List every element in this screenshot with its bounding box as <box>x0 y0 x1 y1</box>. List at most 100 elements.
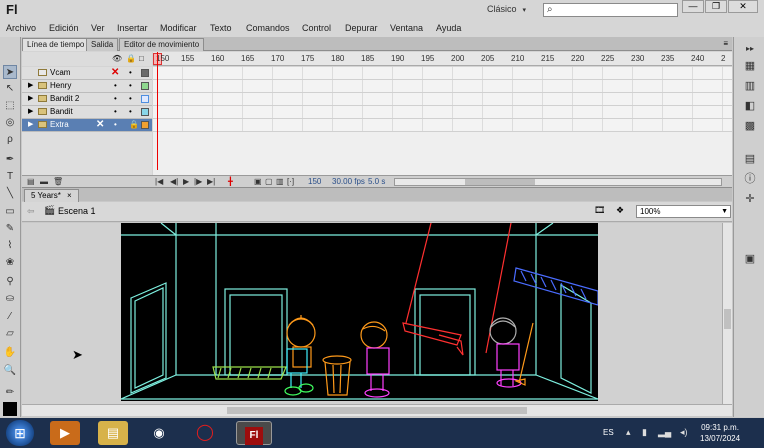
frame-row[interactable] <box>153 67 732 80</box>
collapse-arrows-icon[interactable]: ▸▸ <box>743 42 757 56</box>
layer-row-bandit[interactable]: ▶ Bandit • • <box>22 106 152 119</box>
go-to-last-frame-icon[interactable]: ▶| <box>207 177 215 186</box>
scrollbar-thumb[interactable] <box>227 407 527 414</box>
edit-multiple-frames-icon[interactable]: ▥ <box>276 177 284 186</box>
deco-tool-icon[interactable]: ❀ <box>3 256 17 270</box>
delete-layer-icon[interactable]: 🗑 <box>53 177 63 186</box>
maximize-button[interactable]: ❐ <box>705 0 727 13</box>
tab-linea-de-tiempo[interactable]: Línea de tiempo <box>22 38 90 51</box>
back-arrow-icon[interactable]: ⇦ <box>27 206 35 217</box>
transform-icon[interactable]: ✛ <box>743 192 757 206</box>
scene-name[interactable]: Escena 1 <box>58 206 96 216</box>
go-to-first-frame-icon[interactable]: |◀ <box>155 177 163 186</box>
selection-tool-icon[interactable]: ➤ <box>3 65 17 79</box>
search-input[interactable]: ⌕ <box>543 3 678 17</box>
step-back-icon[interactable]: ◀| <box>170 177 178 186</box>
horizontal-scrollbar[interactable] <box>22 404 732 416</box>
layer-row-henry[interactable]: ▶ Henry • • <box>22 80 152 93</box>
layer-row-bandit-2[interactable]: ▶ Bandit 2 • • <box>22 93 152 106</box>
expand-arrow-icon[interactable]: ▶ <box>28 81 33 89</box>
new-layer-icon[interactable]: ▤ <box>27 177 35 186</box>
frame-ruler[interactable]: 150 155 160 165 170 175 180 185 190 195 … <box>153 52 732 66</box>
close-button[interactable]: ✕ <box>728 0 758 13</box>
lock-dot[interactable]: • <box>129 107 132 116</box>
visibility-dot[interactable]: • <box>114 120 117 129</box>
start-button[interactable]: ⊞ <box>6 420 34 446</box>
frame-row[interactable] <box>153 106 732 119</box>
line-tool-icon[interactable]: ╲ <box>3 187 17 201</box>
layer-color-swatch[interactable] <box>141 108 149 116</box>
visibility-dot[interactable]: • <box>114 81 117 90</box>
close-tab-icon[interactable]: × <box>67 191 72 200</box>
pen-tool-icon[interactable]: ✒ <box>3 153 17 167</box>
outline-icon[interactable]: □ <box>139 54 144 63</box>
menu-modificar[interactable]: Modificar <box>160 23 197 33</box>
visibility-dot[interactable]: • <box>114 94 117 103</box>
document-tab[interactable]: 5 Years* × <box>24 189 79 202</box>
info-icon[interactable]: ⓘ <box>743 172 757 186</box>
fill-color-swatch[interactable] <box>3 402 17 416</box>
bone-tool-icon[interactable]: ⚲ <box>3 275 17 289</box>
show-hidden-icons-icon[interactable]: ▴ <box>626 427 631 438</box>
opera-icon[interactable]: ◯ <box>190 421 220 445</box>
language-indicator[interactable]: ES <box>603 428 614 437</box>
flash-taskbar-button[interactable]: Fl <box>236 421 272 445</box>
expand-arrow-icon[interactable]: ▶ <box>28 94 33 102</box>
frame-row[interactable] <box>153 119 732 132</box>
properties-icon[interactable]: ▦ <box>743 59 757 73</box>
menu-texto[interactable]: Texto <box>210 23 232 33</box>
components-icon[interactable]: ▣ <box>743 252 757 266</box>
stage-canvas[interactable] <box>120 223 599 401</box>
lock-dot[interactable]: • <box>129 94 132 103</box>
scrollbar-thumb[interactable] <box>724 309 731 329</box>
expand-arrow-icon[interactable]: ▶ <box>28 120 33 128</box>
rectangle-tool-icon[interactable]: ▭ <box>3 205 17 219</box>
menu-insertar[interactable]: Insertar <box>117 23 148 33</box>
layer-color-swatch[interactable] <box>141 69 149 77</box>
subselection-tool-icon[interactable]: ↖ <box>3 82 17 96</box>
eyedropper-tool-icon[interactable]: ⁄ <box>3 310 17 324</box>
play-icon[interactable]: ▶ <box>183 177 189 186</box>
visibility-dot[interactable]: • <box>114 107 117 116</box>
brush-tool-icon[interactable]: ⌇ <box>3 239 17 253</box>
clock[interactable]: 09:31 p.m. 13/07/2024 <box>700 422 740 444</box>
edit-scene-icon[interactable]: 🎞 <box>594 205 605 216</box>
frame-row[interactable] <box>153 93 732 106</box>
step-forward-icon[interactable]: |▶ <box>194 177 202 186</box>
volume-icon[interactable]: ◂) <box>680 427 688 438</box>
chrome-icon[interactable]: ◉ <box>144 421 174 445</box>
lock-icon[interactable]: 🔒 <box>126 54 136 63</box>
onion-markers-icon[interactable]: [·] <box>287 177 294 186</box>
tab-editor-de-movimiento[interactable]: Editor de movimiento <box>119 38 205 51</box>
zoom-tool-icon[interactable]: 🔍 <box>3 364 17 378</box>
current-frame-value[interactable]: 150 <box>308 177 321 186</box>
tab-salida[interactable]: Salida <box>86 38 119 51</box>
onion-outline-icon[interactable]: ▢ <box>265 177 273 186</box>
library-icon[interactable]: ▥ <box>743 79 757 93</box>
zoom-select[interactable]: 100% ▼ <box>636 205 731 218</box>
hidden-x-icon[interactable]: ✕ <box>111 67 119 78</box>
menu-control[interactable]: Control <box>302 23 331 33</box>
new-folder-icon[interactable]: ▬ <box>40 177 48 186</box>
align-icon[interactable]: ▤ <box>743 152 757 166</box>
menu-edicion[interactable]: Edición <box>49 23 79 33</box>
color-icon[interactable]: ◧ <box>743 99 757 113</box>
file-explorer-icon[interactable]: ▤ <box>98 421 128 445</box>
frame-row[interactable] <box>153 80 732 93</box>
media-player-icon[interactable]: ▶ <box>50 421 80 445</box>
onion-skin-icon[interactable]: ▣ <box>254 177 262 186</box>
menu-comandos[interactable]: Comandos <box>246 23 290 33</box>
3d-rotation-tool-icon[interactable]: ◎ <box>3 116 17 130</box>
center-frame-icon[interactable]: ╋ <box>228 177 233 186</box>
stroke-color-icon[interactable]: ✏ <box>3 386 17 400</box>
hidden-x-icon[interactable]: ✕ <box>96 119 104 130</box>
expand-arrow-icon[interactable]: ▶ <box>28 107 33 115</box>
layer-row-vcam[interactable]: Vcam ✕ • <box>22 67 152 80</box>
eye-icon[interactable]: 👁 <box>112 54 122 63</box>
lasso-tool-icon[interactable]: ρ <box>3 133 17 147</box>
vertical-scrollbar[interactable] <box>722 223 732 404</box>
scrollbar-thumb[interactable] <box>465 179 535 185</box>
text-tool-icon[interactable]: T <box>3 170 17 184</box>
edit-symbols-icon[interactable]: ❖ <box>616 205 624 216</box>
timeline-scrollbar[interactable] <box>394 178 722 186</box>
